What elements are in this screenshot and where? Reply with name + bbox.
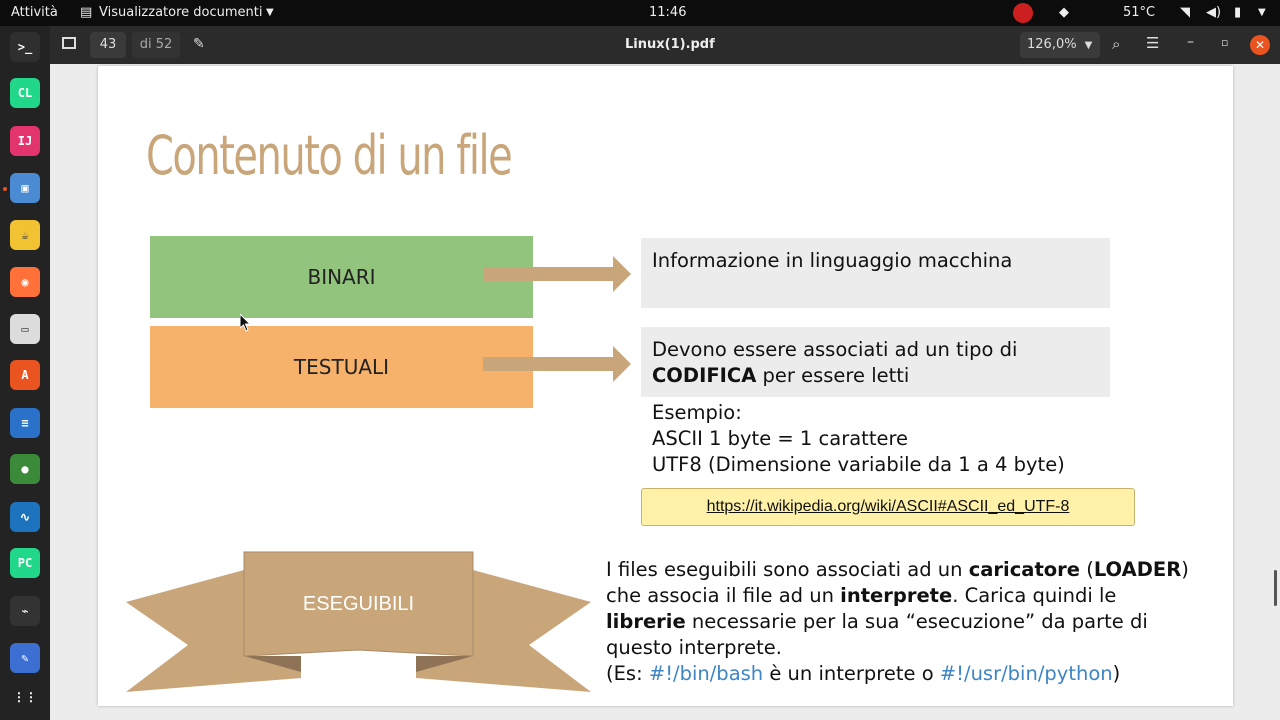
exe-bold-interprete: interprete — [840, 584, 953, 607]
activity-icon[interactable]: ⌁ — [10, 596, 40, 626]
exe-bold-librerie: librerie — [606, 610, 686, 633]
terminal-icon[interactable]: >_ — [10, 32, 40, 62]
link-box: https://it.wikipedia.org/wiki/ASCII#ASCI… — [641, 488, 1135, 526]
zoom-value: 126,0% — [1027, 37, 1077, 52]
exe-text: . Carica quindi le — [952, 584, 1117, 607]
zoom-chevron-icon: ▼ — [1084, 40, 1093, 51]
arrow-binari-icon — [483, 256, 631, 292]
testuali-label: TESTUALI — [293, 355, 390, 379]
app-menu-icon: ▤ — [80, 5, 93, 20]
exe-text: questo interprete. — [606, 636, 782, 659]
intellij-icon[interactable]: IJ — [10, 126, 40, 156]
testuali-description-box: Devono essere associati ad un tipo di COD… — [641, 327, 1110, 397]
close-icon[interactable]: ✕ — [1250, 35, 1270, 55]
chevron-down-icon: ▼ — [266, 7, 274, 18]
minimize-icon[interactable]: – — [1187, 34, 1194, 50]
system-menu-chevron-icon[interactable]: ▼ — [1258, 7, 1266, 18]
exe-bold-caricatore: caricatore — [968, 558, 1081, 581]
page-total: di 52 — [132, 32, 180, 58]
example-block: Esempio: ASCII 1 byte = 1 carattere UTF8… — [652, 400, 1065, 478]
page-number-input[interactable]: 43 — [90, 32, 126, 58]
exe-text: ) — [1181, 558, 1189, 581]
running-indicator — [3, 187, 7, 191]
menu-icon[interactable]: ☰ — [1146, 34, 1159, 52]
exe-text: necessarie per la sua “esecuzione” da pa… — [685, 610, 1148, 633]
software-center-icon[interactable]: A — [10, 360, 40, 390]
testuali-box: TESTUALI — [150, 326, 533, 408]
teapot-icon[interactable]: ☕ — [10, 220, 40, 250]
activities-button[interactable]: Attività — [11, 5, 58, 20]
pycharm-icon[interactable]: PC — [10, 548, 40, 578]
app-menu-button[interactable]: Visualizzatore documenti — [99, 5, 262, 20]
exe-text: è un interprete o — [763, 662, 940, 685]
arrow-testuali-icon — [483, 346, 631, 382]
binari-description-box: Informazione in linguaggio macchina — [641, 238, 1110, 308]
dropbox-icon[interactable]: ◆ — [1059, 5, 1069, 20]
example-heading: Esempio: — [652, 401, 742, 424]
document-title: Linux(1).pdf — [625, 37, 715, 52]
text-editor-icon[interactable]: ✎ — [10, 643, 40, 673]
binari-description: Informazione in linguaggio macchina — [652, 249, 1013, 272]
pdf-page: Contenuto di un file BINARI TESTUALI Inf… — [98, 66, 1233, 706]
system-monitor-icon[interactable]: ∿ — [10, 502, 40, 532]
exe-text: che associa il file ad un — [606, 584, 841, 607]
restore-icon[interactable]: ▫ — [1221, 36, 1228, 49]
top-bar: Attività ▤ Visualizzatore documenti ▼ 11… — [0, 0, 1280, 26]
python-shebang: #!/usr/bin/python — [939, 662, 1113, 685]
example-utf8: UTF8 (Dimensione variabile da 1 a 4 byte… — [652, 453, 1065, 476]
executables-paragraph: I files eseguibili sono associati ad un … — [606, 557, 1189, 687]
battery-icon[interactable]: ▮ — [1234, 5, 1241, 20]
codifica-bold: CODIFICA — [652, 364, 757, 387]
eseguibili-label: ESEGUIBILI — [302, 592, 415, 615]
clock[interactable]: 11:46 — [649, 5, 686, 20]
mouse-cursor-icon — [240, 314, 252, 332]
temperature-indicator[interactable]: 51°C — [1123, 5, 1155, 20]
writer-icon[interactable]: ≡ — [10, 408, 40, 438]
exe-text: (Es: — [606, 662, 649, 685]
dock: >_ CL IJ ▣ ☕ ◉ ▭ A ≡ ● ∿ PC ⌁ ✎ ⋮⋮ — [0, 26, 50, 720]
clion-icon[interactable]: CL — [10, 78, 40, 108]
exe-text: I files eseguibili sono associati ad un — [606, 558, 969, 581]
vertical-scrollbar[interactable] — [1274, 570, 1277, 606]
exe-text: ) — [1112, 662, 1121, 685]
binari-box: BINARI — [150, 236, 533, 318]
exe-text: ( — [1080, 558, 1094, 581]
firefox-icon[interactable]: ◉ — [10, 267, 40, 297]
annotate-pen-icon[interactable]: ✎ — [193, 36, 205, 52]
testuali-desc-line1: Devono essere associati ad un tipo di — [652, 338, 1018, 361]
zoom-select[interactable]: 126,0% ▼ — [1020, 32, 1100, 58]
files-icon[interactable]: ▭ — [10, 314, 40, 344]
exe-bold-loader: LOADER — [1093, 558, 1182, 581]
volume-icon[interactable]: ◀) — [1206, 5, 1221, 20]
bash-shebang: #!/bin/bash — [648, 662, 764, 685]
record-indicator-icon[interactable] — [1013, 3, 1033, 23]
search-icon[interactable]: ⌕ — [1112, 35, 1120, 53]
window-header: 43 di 52 ✎ Linux(1).pdf 126,0% ▼ ⌕ ☰ – ▫ … — [50, 26, 1280, 64]
binari-label: BINARI — [307, 265, 376, 289]
media-icon[interactable]: ● — [10, 454, 40, 484]
show-apps-icon[interactable]: ⋮⋮ — [10, 682, 40, 712]
example-ascii: ASCII 1 byte = 1 carattere — [652, 427, 909, 450]
sidebar-toggle-icon[interactable] — [62, 37, 76, 49]
wikipedia-link[interactable]: https://it.wikipedia.org/wiki/ASCII#ASCI… — [707, 498, 1070, 516]
document-view[interactable]: Contenuto di un file BINARI TESTUALI Inf… — [50, 64, 1280, 720]
wifi-icon[interactable]: ◥ — [1180, 5, 1190, 20]
testuali-description: Devono essere associati ad un tipo di COD… — [652, 337, 1017, 389]
remote-desktop-icon[interactable]: ▣ — [10, 173, 40, 203]
slide-title: Contenuto di un file — [146, 124, 513, 187]
testuali-desc-line2: per essere letti — [756, 364, 910, 387]
